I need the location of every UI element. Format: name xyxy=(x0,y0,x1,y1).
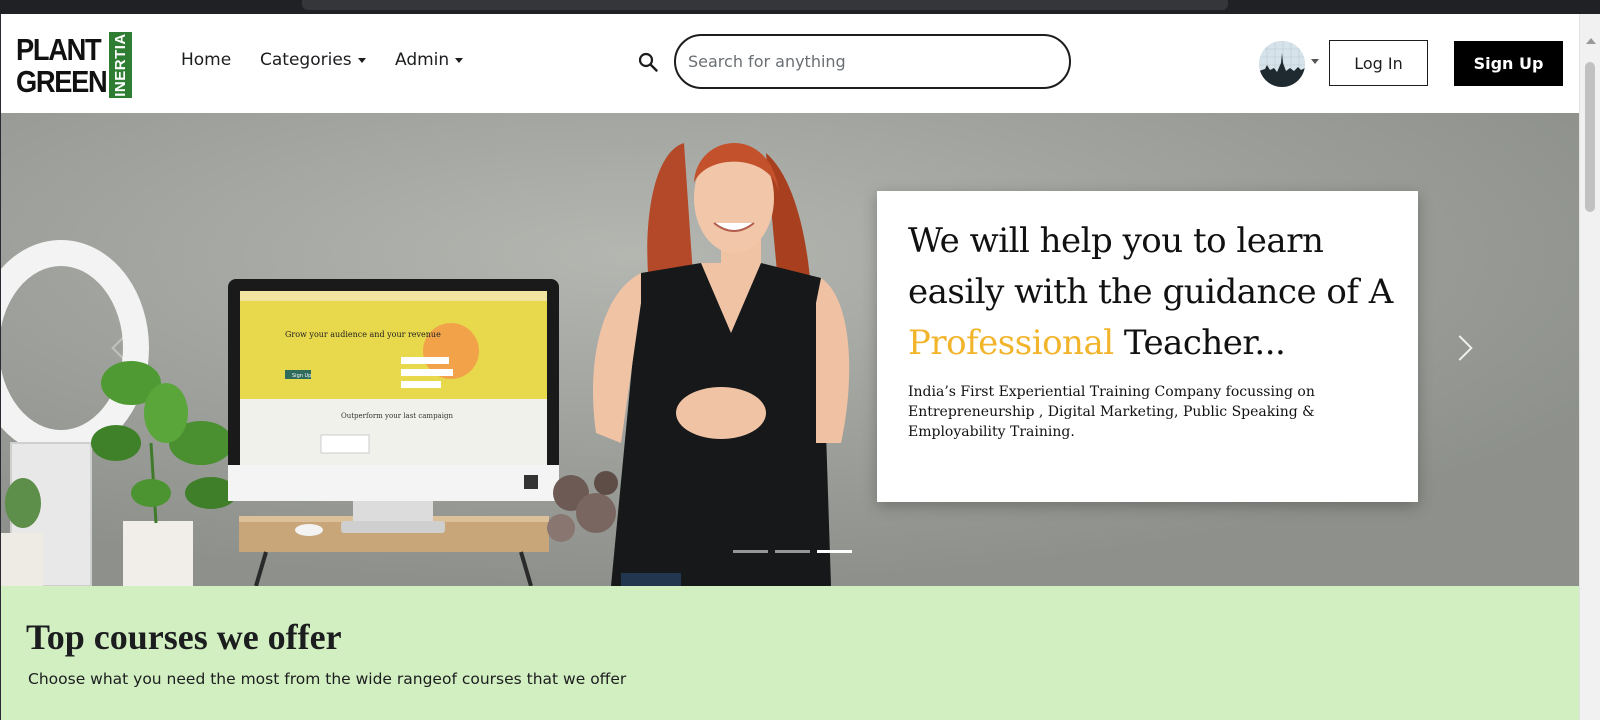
monitor-cta: Sign Up xyxy=(292,373,311,379)
avatar-image xyxy=(1259,41,1305,87)
carousel-indicator-3[interactable] xyxy=(817,550,852,553)
nav-admin-dropdown[interactable]: Admin xyxy=(395,50,464,70)
search-icon[interactable] xyxy=(638,52,658,72)
nav-home-link[interactable]: Home xyxy=(181,50,231,70)
hero-carousel: Grow your audience and your revenue Sign… xyxy=(1,113,1579,586)
top-navbar: PLANT GREEN INERTIA Home Categories Admi… xyxy=(1,14,1579,113)
logo-text-line1: PLANT xyxy=(16,32,102,67)
address-bar[interactable] xyxy=(302,0,1228,10)
courses-subtitle: Choose what you need the most from the w… xyxy=(28,670,627,688)
nav-categories-label: Categories xyxy=(260,50,352,70)
chevron-down-icon xyxy=(455,57,464,63)
monitor-headline: Grow your audience and your revenue xyxy=(285,330,441,339)
page-viewport: PLANT GREEN INERTIA Home Categories Admi… xyxy=(1,14,1579,720)
caret-down-icon[interactable] xyxy=(1311,59,1319,64)
scroll-up-icon[interactable] xyxy=(1586,38,1596,44)
site-logo[interactable]: PLANT GREEN INERTIA xyxy=(16,32,132,98)
nav-home-label: Home xyxy=(181,50,232,70)
avatar[interactable] xyxy=(1259,41,1305,87)
logo-text-line2: GREEN xyxy=(16,64,108,99)
carousel-indicator-1[interactable] xyxy=(733,550,768,553)
top-courses-section: Top courses we offer Choose what you nee… xyxy=(1,586,1579,720)
hero-heading-after: Teacher... xyxy=(1113,323,1286,363)
nav-admin-label: Admin xyxy=(395,50,450,70)
monitor-footer-text: Outperform your last campaign xyxy=(341,412,453,420)
courses-title: Top courses we offer xyxy=(26,617,342,657)
hero-text-card: We will help you to learn easily with th… xyxy=(877,191,1418,502)
browser-toolbar xyxy=(0,0,1600,14)
page-scrollbar[interactable] xyxy=(1579,14,1600,720)
chevron-down-icon xyxy=(357,57,366,63)
search-input[interactable] xyxy=(674,34,1071,89)
carousel-indicator-2[interactable] xyxy=(775,550,810,553)
hero-heading: We will help you to learn easily with th… xyxy=(908,216,1408,369)
logo-vertical-text: INERTIA xyxy=(112,33,129,97)
login-button[interactable]: Log In xyxy=(1329,40,1428,86)
hero-subtext: India’s First Experiential Training Comp… xyxy=(908,384,1315,440)
signup-button[interactable]: Sign Up xyxy=(1454,41,1563,86)
hero-heading-before: We will help you to learn easily with th… xyxy=(908,221,1393,312)
monitor-image xyxy=(228,279,559,533)
scrollbar-thumb[interactable] xyxy=(1585,62,1595,212)
hero-heading-accent: Professional xyxy=(908,323,1114,363)
nav-categories-dropdown[interactable]: Categories xyxy=(260,50,366,70)
